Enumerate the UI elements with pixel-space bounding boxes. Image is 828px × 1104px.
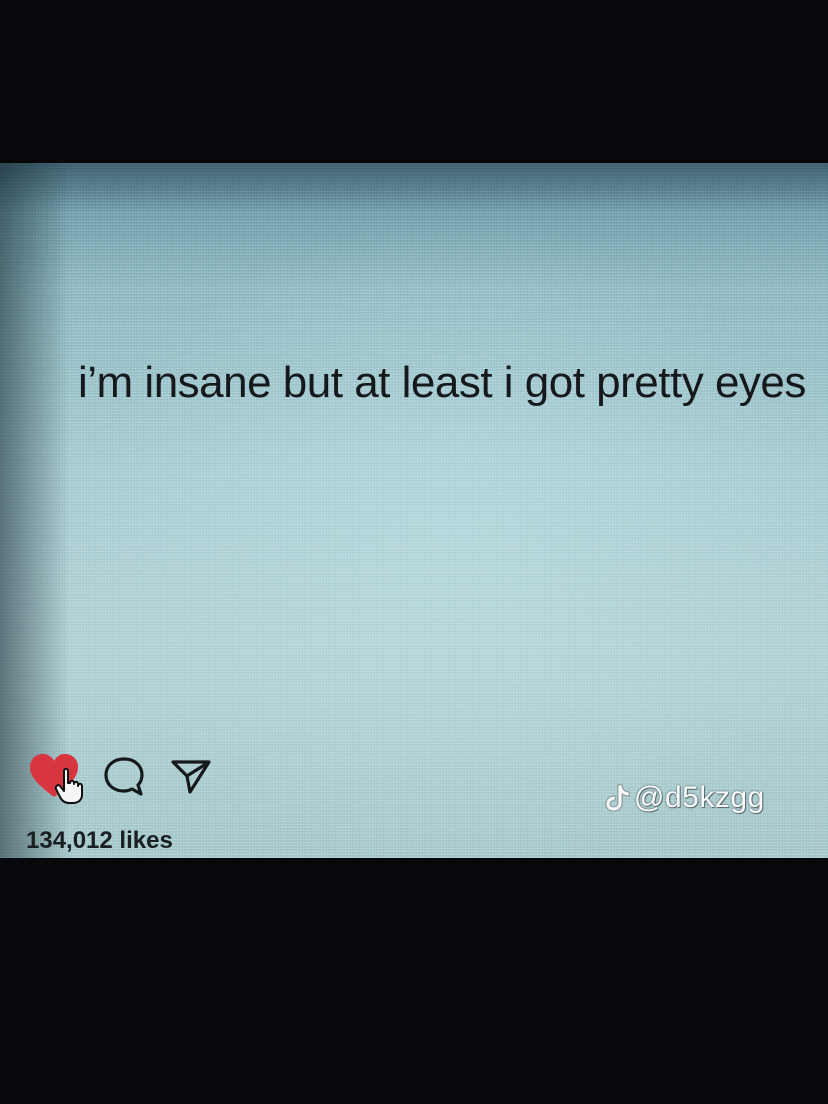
comment-bubble-icon[interactable] xyxy=(100,753,148,801)
watermark: @d5kzgg xyxy=(604,781,765,815)
likes-count: 134,012 likes xyxy=(26,827,173,854)
post-actions xyxy=(28,753,214,804)
letterbox-bottom xyxy=(0,858,828,1104)
letterbox-top xyxy=(0,0,828,163)
screen-photo: i’m insane but at least i got pretty eye… xyxy=(0,163,828,858)
post-text: i’m insane but at least i got pretty eye… xyxy=(78,358,806,407)
heart-icon[interactable] xyxy=(28,753,83,804)
send-icon[interactable] xyxy=(168,754,214,800)
watermark-handle: @d5kzgg xyxy=(634,781,765,814)
tiktok-note-icon xyxy=(604,783,630,813)
hand-pointer-icon xyxy=(54,767,84,810)
